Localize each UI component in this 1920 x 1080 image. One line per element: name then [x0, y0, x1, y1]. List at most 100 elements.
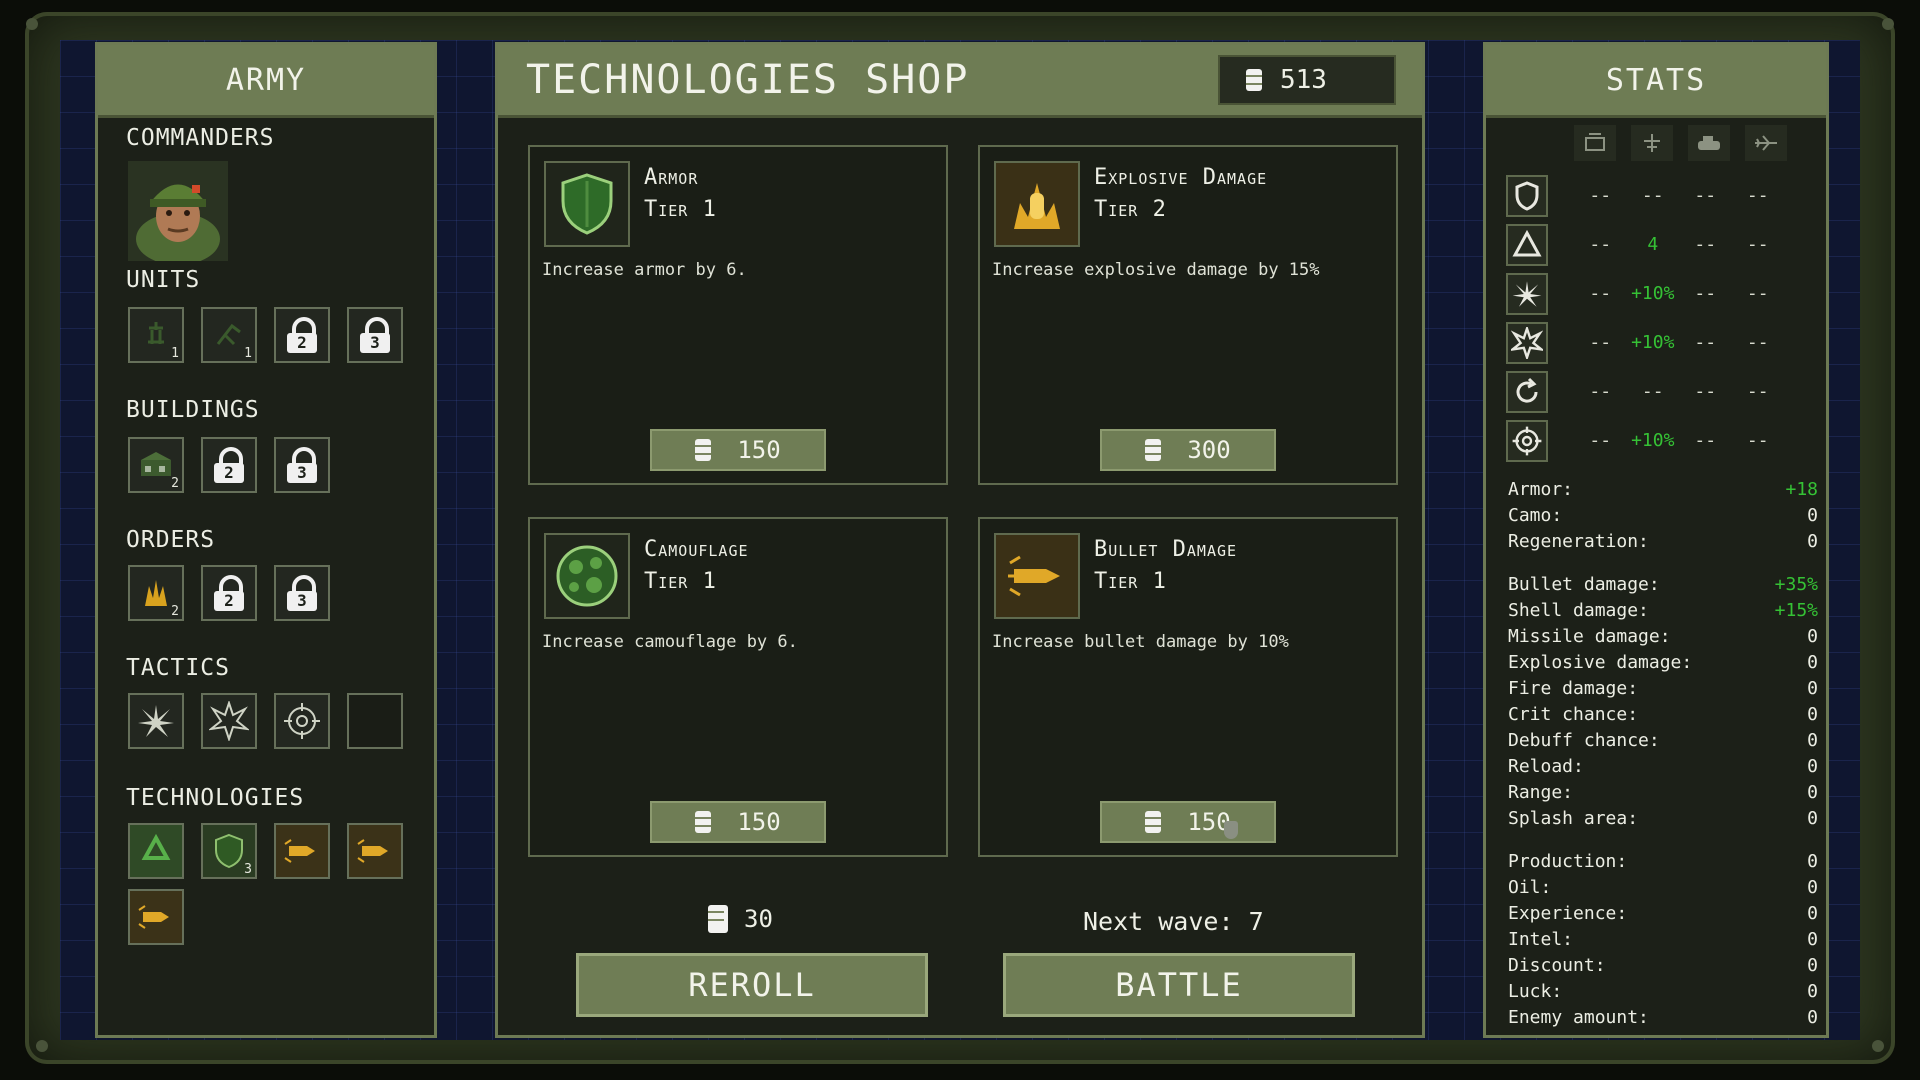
buy-button[interactable]: 150: [650, 801, 826, 843]
card-name: Camouflage: [644, 537, 749, 562]
bullet-tech-icon: [138, 905, 169, 929]
tech-slot-bullet[interactable]: [274, 823, 330, 879]
army-panel: ARMY COMMANDERS UNITS 1 1 2 3 BUILDINGS …: [95, 42, 437, 1038]
lock-icon: 3: [358, 317, 392, 353]
lock-icon: 3: [285, 575, 319, 611]
sniper-unit-icon: [216, 323, 241, 346]
stat-row-armor: -- -- -- --: [1589, 185, 1769, 206]
tech-slot-shield[interactable]: 3: [201, 823, 257, 879]
reload-icon: [1506, 371, 1548, 413]
tactic-slot-star-burst[interactable]: [201, 693, 257, 749]
buy-button[interactable]: 150: [650, 429, 826, 471]
unit-slot-soldier[interactable]: 1: [128, 307, 184, 363]
stat-line-armor: Armor: +18: [1508, 479, 1818, 500]
stat-line-range: Range: 0: [1508, 782, 1818, 803]
tactic-slot-empty[interactable]: [347, 693, 403, 749]
stat-line-explosive-damage: Explosive damage: 0: [1508, 652, 1818, 673]
stat-line-shell-damage: Shell damage: +15%: [1508, 600, 1818, 621]
unit-slot-locked-3[interactable]: 3: [347, 307, 403, 363]
tactic-slot-burst[interactable]: [128, 693, 184, 749]
reroll-cost: 30: [708, 905, 773, 933]
oil-barrel-icon: [708, 905, 728, 933]
card-description: Increase armor by 6.: [542, 260, 747, 280]
order-slot-locked-2[interactable]: 2: [201, 565, 257, 621]
unit-slot-sniper[interactable]: 1: [201, 307, 257, 363]
building-slot-locked-3[interactable]: 3: [274, 437, 330, 493]
card-name: Armor: [644, 165, 699, 190]
screw-decoration: [26, 18, 38, 30]
burst-icon: [1506, 273, 1548, 315]
oil-balance: 513: [1218, 55, 1396, 105]
tech-card-camouflage[interactable]: Camouflage Tier 1 Increase camouflage by…: [528, 517, 948, 857]
mouse-cursor-icon: [1224, 821, 1238, 839]
screw-decoration: [1872, 1040, 1884, 1052]
recycle-tech-icon: [141, 833, 171, 860]
star-burst-icon: [209, 701, 249, 741]
infantry-icon[interactable]: [1574, 125, 1616, 161]
card-description: Increase bullet damage by 10%: [992, 632, 1289, 652]
buy-button[interactable]: 150: [1100, 801, 1276, 843]
reroll-button[interactable]: REROLL: [576, 953, 928, 1017]
tank-icon[interactable]: [1688, 125, 1730, 161]
orders-label: ORDERS: [126, 527, 216, 553]
stat-line-debuff-chance: Debuff chance: 0: [1508, 730, 1818, 751]
technologies-label: TECHNOLOGIES: [126, 785, 305, 811]
battle-button[interactable]: BATTLE: [1003, 953, 1355, 1017]
card-tier: Tier 1: [644, 569, 717, 594]
lock-icon: 3: [285, 447, 319, 483]
sniper-icon[interactable]: [1631, 125, 1673, 161]
stat-line-reload: Reload: 0: [1508, 756, 1818, 777]
buy-button[interactable]: 300: [1100, 429, 1276, 471]
price-label: 150: [737, 808, 781, 836]
oil-barrel-icon: [1145, 811, 1162, 833]
tech-card-bullet-damage[interactable]: Bullet Damage Tier 1 Increase bullet dam…: [978, 517, 1398, 857]
stat-line-splash-area: Splash area: 0: [1508, 808, 1818, 829]
bullet-icon: [994, 533, 1080, 619]
reroll-cost-value: 30: [744, 905, 773, 933]
unit-slot-locked-2[interactable]: 2: [274, 307, 330, 363]
tech-card-explosive-damage[interactable]: Explosive Damage Tier 2 Increase explosi…: [978, 145, 1398, 485]
tech-slot-bullet[interactable]: [128, 889, 184, 945]
order-slot-fire[interactable]: 2: [128, 565, 184, 621]
lock-icon: 2: [285, 317, 319, 353]
tech-slot-bullet[interactable]: [347, 823, 403, 879]
bullet-tech-icon: [357, 839, 388, 863]
stat-line-bullet-damage: Bullet damage: +35%: [1508, 574, 1818, 595]
shop-title: TECHNOLOGIES SHOP: [526, 57, 970, 103]
tactics-label: TACTICS: [126, 655, 230, 681]
crosshair-icon: [284, 703, 320, 739]
plane-icon[interactable]: [1745, 125, 1787, 161]
price-label: 150: [737, 436, 781, 464]
screw-decoration: [1882, 18, 1894, 30]
stat-line-intel: Intel: 0: [1508, 929, 1818, 950]
stat-line-oil: Oil: 0: [1508, 877, 1818, 898]
burst-icon: [138, 705, 174, 737]
stat-line-fire-damage: Fire damage: 0: [1508, 678, 1818, 699]
stat-line-discount: Discount: 0: [1508, 955, 1818, 976]
stat-row-star-burst: -- +10% -- --: [1589, 332, 1769, 353]
shop-panel: TECHNOLOGIES SHOP 513 Armor Tier 1 Incre…: [495, 42, 1425, 1038]
commanders-label: COMMANDERS: [126, 125, 275, 151]
building-slot-barracks[interactable]: 2: [128, 437, 184, 493]
card-name: Bullet Damage: [1094, 537, 1238, 562]
commander-portrait[interactable]: [128, 161, 228, 265]
army-title: ARMY: [98, 45, 434, 118]
shield-tech-icon: [215, 833, 243, 869]
oil-barrel-icon: [1246, 69, 1262, 91]
camouflage-icon: [544, 533, 630, 619]
order-slot-locked-3[interactable]: 3: [274, 565, 330, 621]
card-description: Increase camouflage by 6.: [542, 632, 798, 652]
building-slot-locked-2[interactable]: 2: [201, 437, 257, 493]
shield-icon: [1506, 175, 1548, 217]
tech-slot-recycle[interactable]: [128, 823, 184, 879]
barracks-building-icon: [141, 452, 171, 476]
units-label: UNITS: [126, 267, 201, 293]
oil-barrel-icon: [695, 439, 712, 461]
stat-row-burst: -- +10% -- --: [1589, 283, 1769, 304]
tactic-slot-crosshair[interactable]: [274, 693, 330, 749]
explosion-icon: [994, 161, 1080, 247]
stat-line-experience: Experience: 0: [1508, 903, 1818, 924]
tech-card-armor[interactable]: Armor Tier 1 Increase armor by 6. 150: [528, 145, 948, 485]
commander-avatar-icon: [128, 161, 228, 265]
oil-barrel-icon: [1145, 439, 1162, 461]
